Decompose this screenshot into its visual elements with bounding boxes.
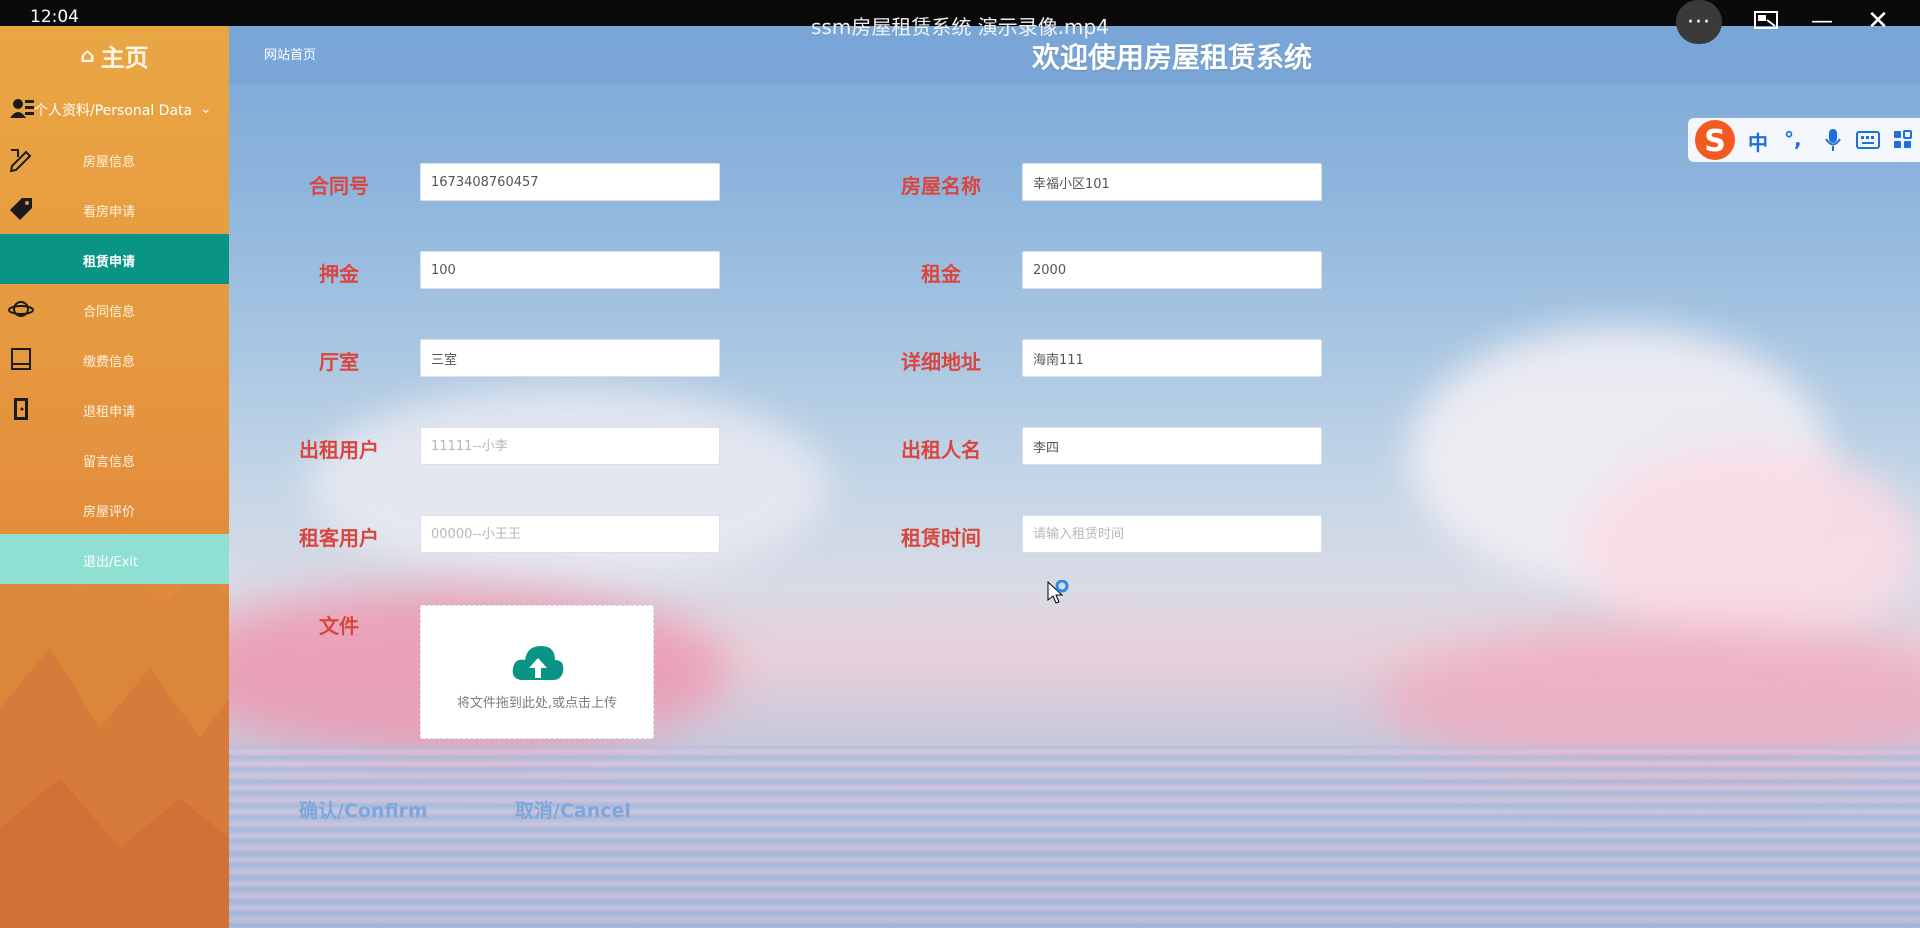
- contract-no-label: 合同号: [309, 174, 369, 198]
- breadcrumb-home-link[interactable]: 网站首页: [264, 44, 316, 63]
- video-title: ssm房屋租赁系统 演示录像.mp4: [811, 15, 1109, 39]
- picture-in-picture-icon: [1754, 11, 1778, 29]
- user-card-icon: [10, 99, 34, 118]
- ime-mode-toggle[interactable]: 中: [1748, 127, 1768, 156]
- cloud-upload-icon: [512, 646, 564, 680]
- landlord-name-label: 出租人名: [901, 438, 981, 462]
- house-name-input[interactable]: [1022, 163, 1322, 201]
- sidebar: ⌂ 主页 个人资料/Personal Data ⌄ 房屋信息 看房申请 租赁申请…: [0, 26, 229, 928]
- water-decoration: [229, 746, 1920, 928]
- sidebar-item-payment-info[interactable]: 缴费信息: [0, 334, 229, 384]
- sidebar-section-personal-data[interactable]: 个人资料/Personal Data ⌄: [0, 84, 229, 134]
- sidebar-item-label: 看房申请: [83, 205, 136, 220]
- mountain-decoration: [0, 548, 229, 928]
- sidebar-item-label: 缴费信息: [83, 355, 136, 370]
- sidebar-item-label: 合同信息: [83, 305, 136, 320]
- sidebar-item-label: 房屋信息: [83, 155, 136, 170]
- address-label: 详细地址: [901, 350, 981, 374]
- sidebar-item-message-info[interactable]: 留言信息: [0, 434, 229, 484]
- cloud-decoration: [1579, 446, 1919, 646]
- sidebar-item-house-info[interactable]: 房屋信息: [0, 134, 229, 184]
- rent-time-input[interactable]: [1022, 515, 1322, 553]
- sidebar-item-exit[interactable]: 退出/Exit: [0, 534, 229, 584]
- landlord-name-input[interactable]: [1022, 427, 1322, 465]
- home-label: 主页: [100, 43, 149, 72]
- pencil-ruler-icon: [9, 149, 32, 172]
- deposit-label: 押金: [319, 262, 359, 286]
- app-window: ⌂ 主页 个人资料/Personal Data ⌄ 房屋信息 看房申请 租赁申请…: [0, 26, 1920, 928]
- main-content: 网站首页 欢迎使用房屋租赁系统 合同号 房屋名称 押金 租金 厅室 详细地址 出…: [229, 26, 1920, 928]
- planet-icon: [8, 301, 34, 317]
- book-icon: [11, 348, 31, 370]
- ime-punctuation-toggle[interactable]: °,: [1784, 127, 1802, 151]
- file-label: 文件: [319, 614, 359, 638]
- landlord-user-label: 出租用户: [299, 438, 379, 462]
- sidebar-item-label: 租赁申请: [83, 255, 136, 270]
- sidebar-item-contract-info[interactable]: 合同信息: [0, 284, 229, 334]
- tag-icon: [10, 198, 32, 220]
- tenant-user-select[interactable]: [420, 515, 720, 553]
- sidebar-item-label: 留言信息: [83, 455, 136, 470]
- picture-in-picture-button[interactable]: [1744, 6, 1788, 36]
- rent-input[interactable]: [1022, 251, 1322, 289]
- house-name-label: 房屋名称: [901, 174, 981, 198]
- sidebar-item-label: 房屋评价: [83, 505, 136, 520]
- door-icon: [14, 398, 28, 420]
- keyboard-icon[interactable]: [1856, 130, 1880, 150]
- file-upload-dropzone[interactable]: 将文件拖到此处,或点击上传: [420, 605, 654, 739]
- microphone-icon[interactable]: [1824, 128, 1842, 152]
- mouse-cursor-icon: [1047, 580, 1069, 604]
- more-options-button[interactable]: ···: [1676, 0, 1722, 44]
- sidebar-item-label: 退出/Exit: [83, 555, 138, 570]
- sidebar-item-label: 退租申请: [83, 405, 136, 420]
- cloud-decoration: [309, 386, 829, 586]
- rent-time-label: 租赁时间: [901, 526, 981, 550]
- sidebar-item-viewing-request[interactable]: 看房申请: [0, 184, 229, 234]
- home-icon: ⌂: [80, 43, 95, 67]
- rent-label: 租金: [921, 262, 961, 286]
- contract-no-input[interactable]: [420, 163, 720, 201]
- close-button[interactable]: ✕: [1856, 6, 1900, 36]
- ime-toolbar: S 中 °,: [1688, 118, 1920, 162]
- cancel-button[interactable]: 取消/Cancel: [515, 796, 631, 823]
- landlord-user-select[interactable]: [420, 427, 720, 465]
- chevron-down-icon: ⌄: [200, 101, 212, 117]
- section-label: 个人资料/Personal Data: [34, 103, 193, 119]
- upload-hint: 将文件拖到此处,或点击上传: [456, 696, 618, 711]
- layout-input[interactable]: [420, 339, 720, 377]
- minimize-button[interactable]: —: [1800, 6, 1844, 36]
- page-title: 欢迎使用房屋租赁系统: [1032, 41, 1313, 74]
- sidebar-item-house-review[interactable]: 房屋评价: [0, 484, 229, 534]
- sidebar-item-checkout-request[interactable]: 退租申请: [0, 384, 229, 434]
- confirm-button[interactable]: 确认/Confirm: [299, 796, 428, 823]
- sogou-logo-letter: S: [1704, 124, 1726, 159]
- apps-grid-icon[interactable]: [1893, 130, 1913, 150]
- deposit-input[interactable]: [420, 251, 720, 289]
- layout-label: 厅室: [319, 350, 359, 374]
- address-input[interactable]: [1022, 339, 1322, 377]
- sogou-logo-icon[interactable]: S: [1691, 118, 1743, 164]
- video-player-bar: 12:04 ssm房屋租赁系统 演示录像.mp4: [0, 0, 1920, 39]
- sidebar-item-rental-request[interactable]: 租赁申请: [0, 234, 229, 284]
- tenant-user-label: 租客用户: [299, 526, 379, 550]
